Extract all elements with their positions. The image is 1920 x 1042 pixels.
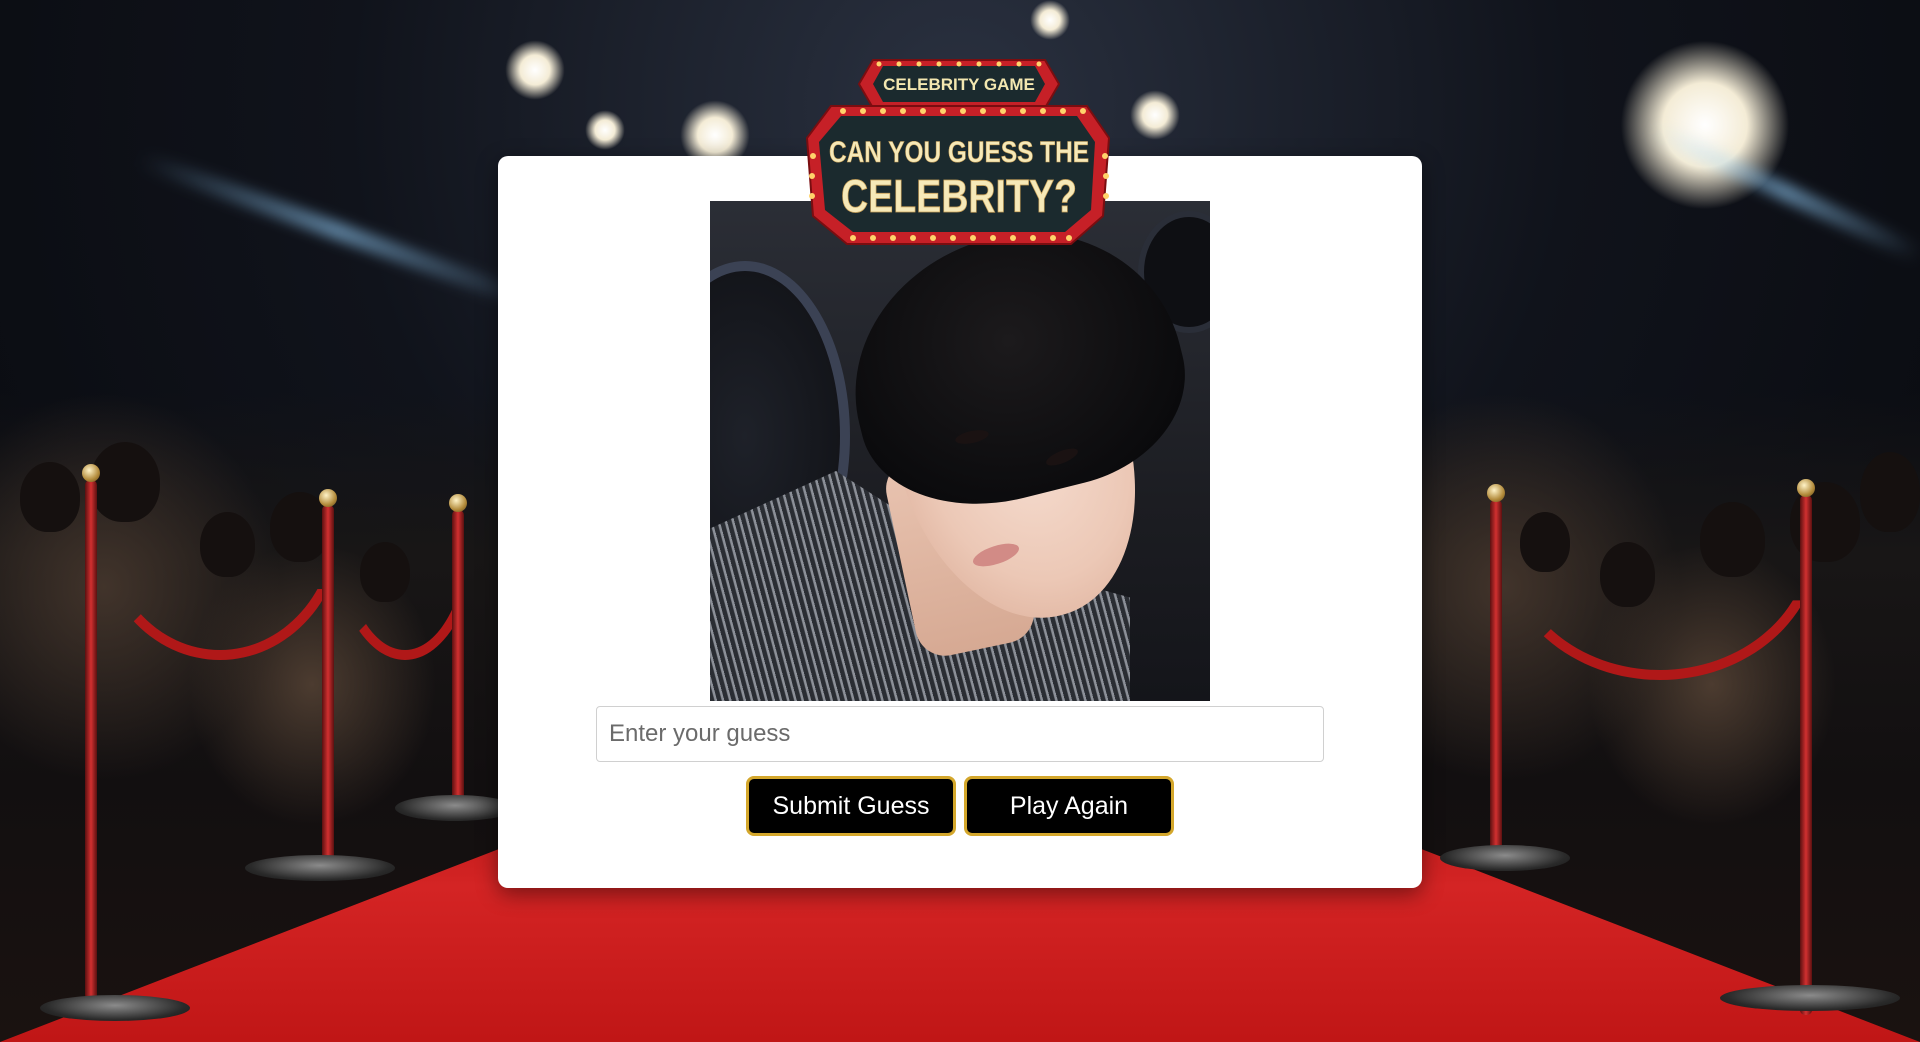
stanchion-base bbox=[1720, 985, 1900, 1011]
ceiling-light bbox=[1130, 90, 1180, 140]
logo-banner-text: CELEBRITY GAME bbox=[883, 75, 1035, 94]
stanchion-base bbox=[1440, 845, 1570, 871]
ceiling-light bbox=[585, 110, 625, 150]
stanchion-base bbox=[40, 995, 190, 1021]
ceiling-light bbox=[505, 40, 565, 100]
celebrity-game-logo: CELEBRITY GAME CAN YOU GUESS THE CELEBRI… bbox=[803, 56, 1115, 248]
stanchion-post bbox=[449, 494, 467, 800]
red-carpet-background: Submit Guess Play Again bbox=[0, 0, 1920, 1042]
stanchion-post bbox=[1797, 479, 1815, 1015]
play-again-button[interactable]: Play Again bbox=[964, 776, 1174, 836]
logo-title-line1: CAN YOU GUESS THE bbox=[829, 136, 1089, 169]
stanchion-post bbox=[1487, 484, 1505, 860]
stanchion-post bbox=[319, 489, 337, 865]
spotlight-beam bbox=[136, 150, 538, 312]
guess-input[interactable] bbox=[596, 706, 1324, 762]
stanchion-post bbox=[82, 464, 100, 1000]
stanchion-base bbox=[245, 855, 395, 881]
ceiling-light bbox=[1030, 0, 1070, 40]
stanchion-base bbox=[395, 795, 515, 821]
game-card: Submit Guess Play Again bbox=[498, 156, 1422, 888]
celebrity-photo bbox=[710, 201, 1210, 701]
submit-guess-button[interactable]: Submit Guess bbox=[746, 776, 956, 836]
logo-title-line2: CELEBRITY? bbox=[841, 170, 1077, 222]
